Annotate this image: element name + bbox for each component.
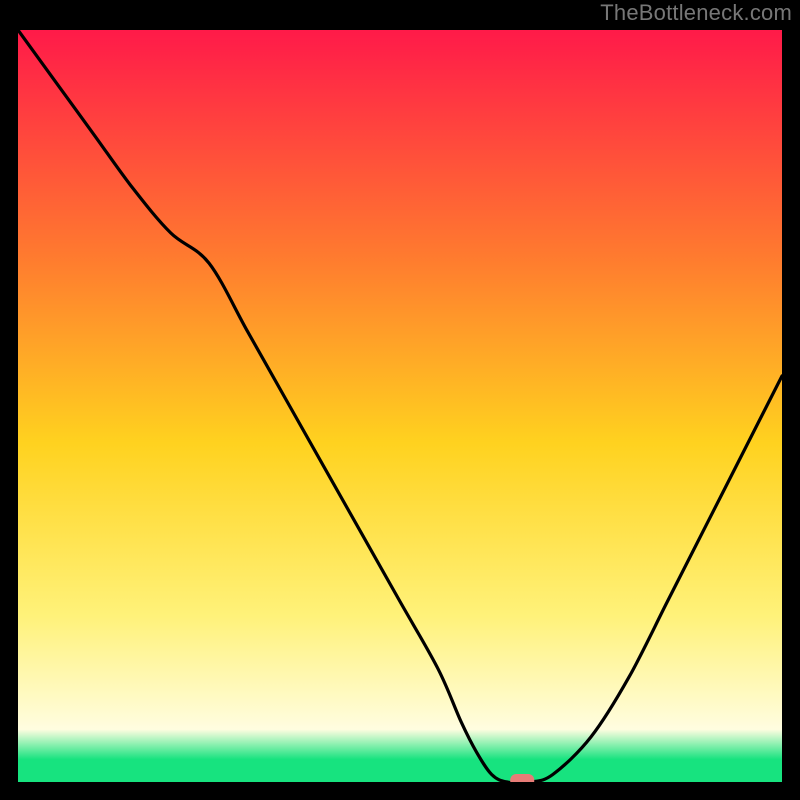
bottleneck-chart	[18, 30, 782, 782]
gradient-background	[18, 30, 782, 782]
chart-svg	[18, 30, 782, 782]
optimum-marker	[510, 774, 534, 782]
watermark-text: TheBottleneck.com	[600, 0, 792, 26]
chart-frame: TheBottleneck.com	[0, 0, 800, 800]
